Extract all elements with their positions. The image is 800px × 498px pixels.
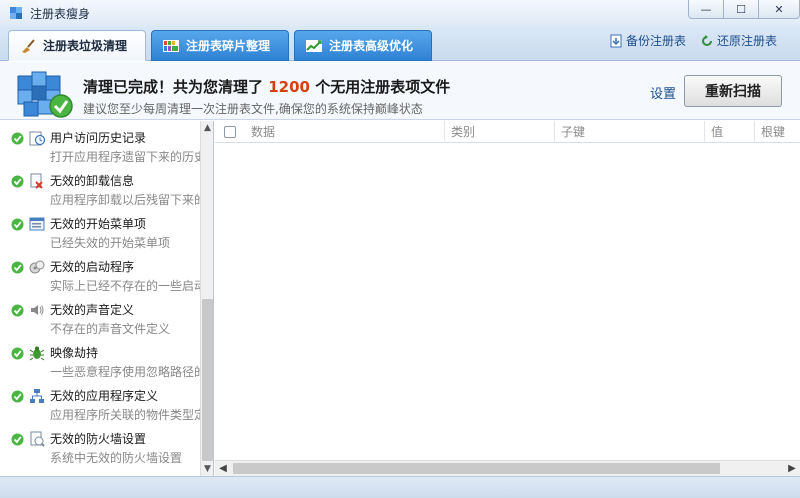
summary-banner: 清理已完成！共为您清理了 1200 个无用注册表项文件 建议您至少每周清理一次注… <box>0 62 800 120</box>
list-item[interactable]: 无效的启动程序 实际上已经不存在的一些启动 <box>0 253 200 296</box>
window-title: 注册表瘦身 <box>30 6 91 21</box>
restore-registry-link[interactable]: 还原注册表 <box>700 32 777 49</box>
minimize-button[interactable]: — <box>688 0 724 19</box>
green-check-icon <box>11 218 24 231</box>
cleanup-hint: 建议您至少每周清理一次注册表文件,确保您的系统保持巅峰状态 <box>83 102 423 116</box>
category-title: 映像劫持 <box>50 346 99 360</box>
green-check-icon <box>11 304 24 317</box>
list-item[interactable]: 无效的声音定义 不存在的声音文件定义 <box>0 296 200 339</box>
category-title: 用户访问历史记录 <box>50 131 147 145</box>
maximize-button[interactable]: ☐ <box>723 0 759 19</box>
scroll-up-arrow-icon[interactable]: ▲ <box>201 121 213 135</box>
category-list-scrollbar[interactable]: ▲ ▼ <box>200 121 213 476</box>
status-bar <box>0 476 800 498</box>
column-header-data[interactable]: 数据 <box>245 121 445 143</box>
category-desc: 一些恶意程序使用忽略路径的 <box>50 365 200 379</box>
category-title: 无效的应用程序定义 <box>50 389 159 403</box>
category-desc: 不存在的声音文件定义 <box>50 322 171 336</box>
registry-cubes-check-icon <box>17 71 73 118</box>
green-check-icon <box>11 175 24 188</box>
scroll-down-arrow-icon[interactable]: ▼ <box>201 462 213 476</box>
tab-label: 注册表高级优化 <box>329 39 414 53</box>
backup-registry-label: 备份注册表 <box>626 34 687 48</box>
column-header-subkey[interactable]: 子键 <box>555 121 705 143</box>
column-header-root-key[interactable]: 根键 <box>755 121 800 143</box>
speaker-icon <box>31 305 44 315</box>
category-desc: 实际上已经不存在的一些启动 <box>50 279 200 293</box>
result-prefix: 清理已完成！共为您清理了 <box>83 78 269 96</box>
scroll-left-arrow-icon[interactable]: ◀ <box>215 461 231 476</box>
start-menu-icon <box>29 217 45 231</box>
column-header-category[interactable]: 类别 <box>445 121 555 143</box>
close-button[interactable]: ✕ <box>758 0 800 19</box>
list-item[interactable]: 无效的防火墙设置 系统中无效的防火墙设置 <box>0 425 200 468</box>
backup-registry-link[interactable]: 备份注册表 <box>609 32 686 49</box>
results-table: 数据 类别 子键 值 根键 ◀ ▶ <box>215 121 800 476</box>
column-header-value[interactable]: 值 <box>705 121 755 143</box>
select-all-checkbox[interactable] <box>224 126 236 138</box>
bug-icon <box>29 346 45 361</box>
restore-icon <box>702 34 712 46</box>
category-title: 无效的卸载信息 <box>50 174 135 188</box>
list-item[interactable]: 无效的开始菜单项 已经失效的开始菜单项 <box>0 210 200 253</box>
tab-strip: 注册表垃圾清理 注册表碎片整理 注册表高级优化 备份注册表 还原注册表 <box>0 26 800 61</box>
category-list: 用户访问历史记录 打开应用程序遗留下来的历史 无效的卸载信息 应用程序卸载以后残… <box>0 121 214 476</box>
category-title: 无效的启动程序 <box>50 260 135 274</box>
category-title: 无效的防火墙设置 <box>50 432 147 446</box>
category-desc: 系统中无效的防火墙设置 <box>50 451 183 465</box>
app-icon <box>10 7 22 19</box>
tab-label: 注册表碎片整理 <box>186 39 271 53</box>
startup-program-icon <box>29 260 45 274</box>
window-controls: — ☐ ✕ <box>688 0 800 19</box>
green-check-icon <box>11 347 24 360</box>
category-desc: 应用程序卸载以后残留下来的 <box>50 193 200 207</box>
table-horizontal-scrollbar[interactable]: ◀ ▶ <box>215 460 800 476</box>
scrollbar-thumb[interactable] <box>233 463 720 474</box>
title-bar: 注册表瘦身 — ☐ ✕ <box>0 0 800 26</box>
tab-registry-cleanup[interactable]: 注册表垃圾清理 <box>8 30 146 61</box>
chart-icon <box>306 39 322 52</box>
category-title: 无效的开始菜单项 <box>50 217 147 231</box>
firewall-icon <box>30 431 45 447</box>
green-check-icon <box>11 132 24 145</box>
table-header: 数据 类别 子键 值 根键 <box>215 121 800 143</box>
scrollbar-thumb[interactable] <box>202 299 213 461</box>
scroll-right-arrow-icon[interactable]: ▶ <box>784 461 800 476</box>
green-check-icon <box>11 433 24 446</box>
rescan-button[interactable]: 重新扫描 <box>684 75 782 107</box>
result-suffix: 个无用注册表项文件 <box>309 78 451 96</box>
category-desc: 打开应用程序遗留下来的历史 <box>50 150 200 164</box>
tab-registry-advanced[interactable]: 注册表高级优化 <box>294 30 432 61</box>
cleanup-result-text: 清理已完成！共为您清理了 1200 个无用注册表项文件 <box>83 76 450 97</box>
app-definition-icon <box>30 389 44 403</box>
cleaned-count: 1200 <box>268 78 310 96</box>
category-desc: 已经失效的开始菜单项 <box>50 236 171 250</box>
green-check-icon <box>11 390 24 403</box>
green-check-icon <box>11 261 24 274</box>
list-item[interactable]: 无效的应用程序定义 应用程序所关联的物件类型定 <box>0 382 200 425</box>
history-clock-icon <box>29 131 45 146</box>
defrag-icon <box>163 39 179 52</box>
uninstall-icon <box>30 173 43 189</box>
list-item[interactable]: 用户访问历史记录 打开应用程序遗留下来的历史 <box>0 124 200 167</box>
category-title: 无效的声音定义 <box>50 303 135 317</box>
list-item[interactable]: 映像劫持 一些恶意程序使用忽略路径的 <box>0 339 200 382</box>
list-item[interactable]: 无效的卸载信息 应用程序卸载以后残留下来的 <box>0 167 200 210</box>
tab-label: 注册表垃圾清理 <box>43 39 128 53</box>
broom-icon <box>22 38 35 53</box>
category-desc: 应用程序所关联的物件类型定 <box>50 408 200 422</box>
backup-icon <box>610 34 622 47</box>
restore-registry-label: 还原注册表 <box>717 34 778 48</box>
tab-registry-defrag[interactable]: 注册表碎片整理 <box>151 30 289 61</box>
settings-link[interactable]: 设置 <box>650 83 676 102</box>
